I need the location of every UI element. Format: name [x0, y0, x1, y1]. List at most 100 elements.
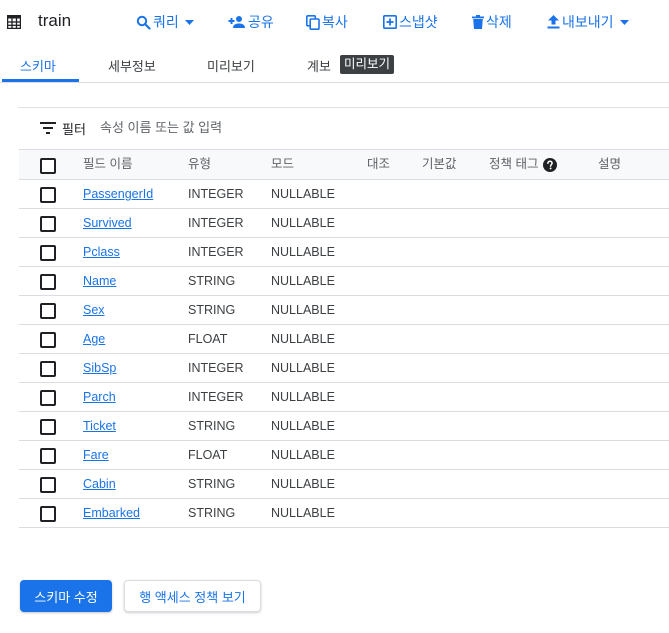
edit-schema-button[interactable]: 스키마 수정 [20, 580, 112, 612]
row-checkbox[interactable] [40, 477, 56, 493]
copy-icon [306, 14, 320, 30]
preview-badge: 미리보기 [340, 55, 395, 74]
field-mode: NULLABLE [271, 303, 335, 317]
field-mode: NULLABLE [271, 187, 335, 201]
tab-lineage[interactable]: 계보 [307, 56, 331, 75]
table-header-row: 필드 이름 유형 모드 대조 기본값 정책 태그 설명 [19, 149, 669, 180]
table-row: Sex STRING NULLABLE [19, 296, 669, 325]
row-checkbox[interactable] [40, 216, 56, 232]
table-title: train [38, 11, 72, 30]
field-type: INTEGER [188, 245, 244, 259]
field-type: STRING [188, 477, 236, 491]
active-tab-indicator [2, 79, 79, 82]
filter-icon [40, 122, 56, 134]
field-mode: NULLABLE [271, 390, 335, 404]
share-button-label: 공유 [248, 14, 274, 30]
column-header-field-name[interactable]: 필드 이름 [83, 150, 132, 179]
filter-input[interactable] [98, 116, 402, 138]
field-name-link[interactable]: Ticket [83, 412, 116, 440]
row-checkbox[interactable] [40, 303, 56, 319]
table-row: Parch INTEGER NULLABLE [19, 383, 669, 412]
tab-details[interactable]: 세부정보 [108, 56, 156, 75]
share-button[interactable]: 공유 [228, 12, 274, 32]
field-name-link[interactable]: Cabin [83, 470, 116, 498]
table-row: Name STRING NULLABLE [19, 267, 669, 296]
export-button[interactable]: 내보내기 [547, 12, 629, 32]
view-row-access-policy-button[interactable]: 행 액세스 정책 보기 [124, 580, 261, 612]
query-button-label: 쿼리 [153, 14, 179, 30]
chevron-down-icon [184, 19, 194, 25]
field-mode: NULLABLE [271, 448, 335, 462]
row-checkbox[interactable] [40, 274, 56, 290]
field-name-link[interactable]: SibSp [83, 354, 116, 382]
export-button-label: 내보내기 [562, 14, 614, 30]
row-checkbox[interactable] [40, 448, 56, 464]
divider [18, 107, 669, 108]
column-header-type[interactable]: 유형 [188, 150, 211, 179]
person-add-icon [228, 16, 245, 28]
snapshot-button-label: 스냅샷 [399, 14, 438, 30]
tab-bar: 스키마 세부정보 미리보기 계보 [0, 48, 669, 83]
tab-preview[interactable]: 미리보기 [207, 56, 255, 75]
field-name-link[interactable]: Age [83, 325, 105, 353]
field-name-link[interactable]: Fare [83, 441, 109, 469]
table-row: Age FLOAT NULLABLE [19, 325, 669, 354]
table-row: Fare FLOAT NULLABLE [19, 441, 669, 470]
field-type: INTEGER [188, 216, 244, 230]
schema-table: 필드 이름 유형 모드 대조 기본값 정책 태그 설명 PassengerId I… [19, 149, 669, 528]
row-checkbox[interactable] [40, 390, 56, 406]
column-header-default[interactable]: 기본값 [422, 150, 457, 179]
field-mode: NULLABLE [271, 477, 335, 491]
select-all-checkbox[interactable] [40, 158, 56, 174]
field-type: STRING [188, 506, 236, 520]
field-name-link[interactable]: Pclass [83, 238, 120, 266]
table-row: Embarked STRING NULLABLE [19, 499, 669, 528]
trash-icon [472, 15, 484, 29]
column-header-policy-tags-label: 정책 태그 [489, 157, 539, 171]
copy-button[interactable]: 복사 [306, 12, 348, 32]
table-row: Cabin STRING NULLABLE [19, 470, 669, 499]
upload-icon [547, 15, 560, 29]
search-icon [136, 15, 151, 30]
delete-button[interactable]: 삭제 [472, 12, 512, 32]
table-header: train 쿼리 공유 복사 스냅샷 삭제 내보내기 [0, 0, 669, 44]
field-name-link[interactable]: Sex [83, 296, 105, 324]
row-checkbox[interactable] [40, 332, 56, 348]
row-checkbox[interactable] [40, 361, 56, 377]
column-header-policy-tags[interactable]: 정책 태그 [489, 150, 558, 179]
field-name-link[interactable]: PassengerId [83, 180, 153, 208]
field-type: STRING [188, 274, 236, 288]
snapshot-icon [383, 15, 397, 29]
field-mode: NULLABLE [271, 274, 335, 288]
column-header-description[interactable]: 설명 [598, 150, 621, 179]
field-name-link[interactable]: Parch [83, 383, 116, 411]
table-icon [7, 15, 21, 29]
field-mode: NULLABLE [271, 361, 335, 375]
snapshot-button[interactable]: 스냅샷 [383, 12, 438, 32]
field-type: FLOAT [188, 332, 228, 346]
query-button[interactable]: 쿼리 [136, 12, 194, 32]
field-mode: NULLABLE [271, 216, 335, 230]
row-checkbox[interactable] [40, 506, 56, 522]
field-mode: NULLABLE [271, 506, 335, 520]
field-name-link[interactable]: Name [83, 267, 116, 295]
field-type: STRING [188, 303, 236, 317]
column-header-mode[interactable]: 모드 [271, 150, 294, 179]
tab-schema[interactable]: 스키마 [20, 56, 56, 75]
table-row: Pclass INTEGER NULLABLE [19, 238, 669, 267]
field-name-link[interactable]: Survived [83, 209, 132, 237]
field-name-link[interactable]: Embarked [83, 499, 140, 527]
table-row: Survived INTEGER NULLABLE [19, 209, 669, 238]
field-type: INTEGER [188, 390, 244, 404]
delete-button-label: 삭제 [486, 14, 512, 30]
row-checkbox[interactable] [40, 245, 56, 261]
row-checkbox[interactable] [40, 187, 56, 203]
field-mode: NULLABLE [271, 332, 335, 346]
filter-label: 필터 [62, 122, 86, 137]
copy-button-label: 복사 [322, 14, 348, 30]
chevron-down-icon [619, 19, 629, 25]
field-type: FLOAT [188, 448, 228, 462]
column-header-collation[interactable]: 대조 [367, 150, 390, 179]
help-icon[interactable] [543, 157, 558, 172]
row-checkbox[interactable] [40, 419, 56, 435]
